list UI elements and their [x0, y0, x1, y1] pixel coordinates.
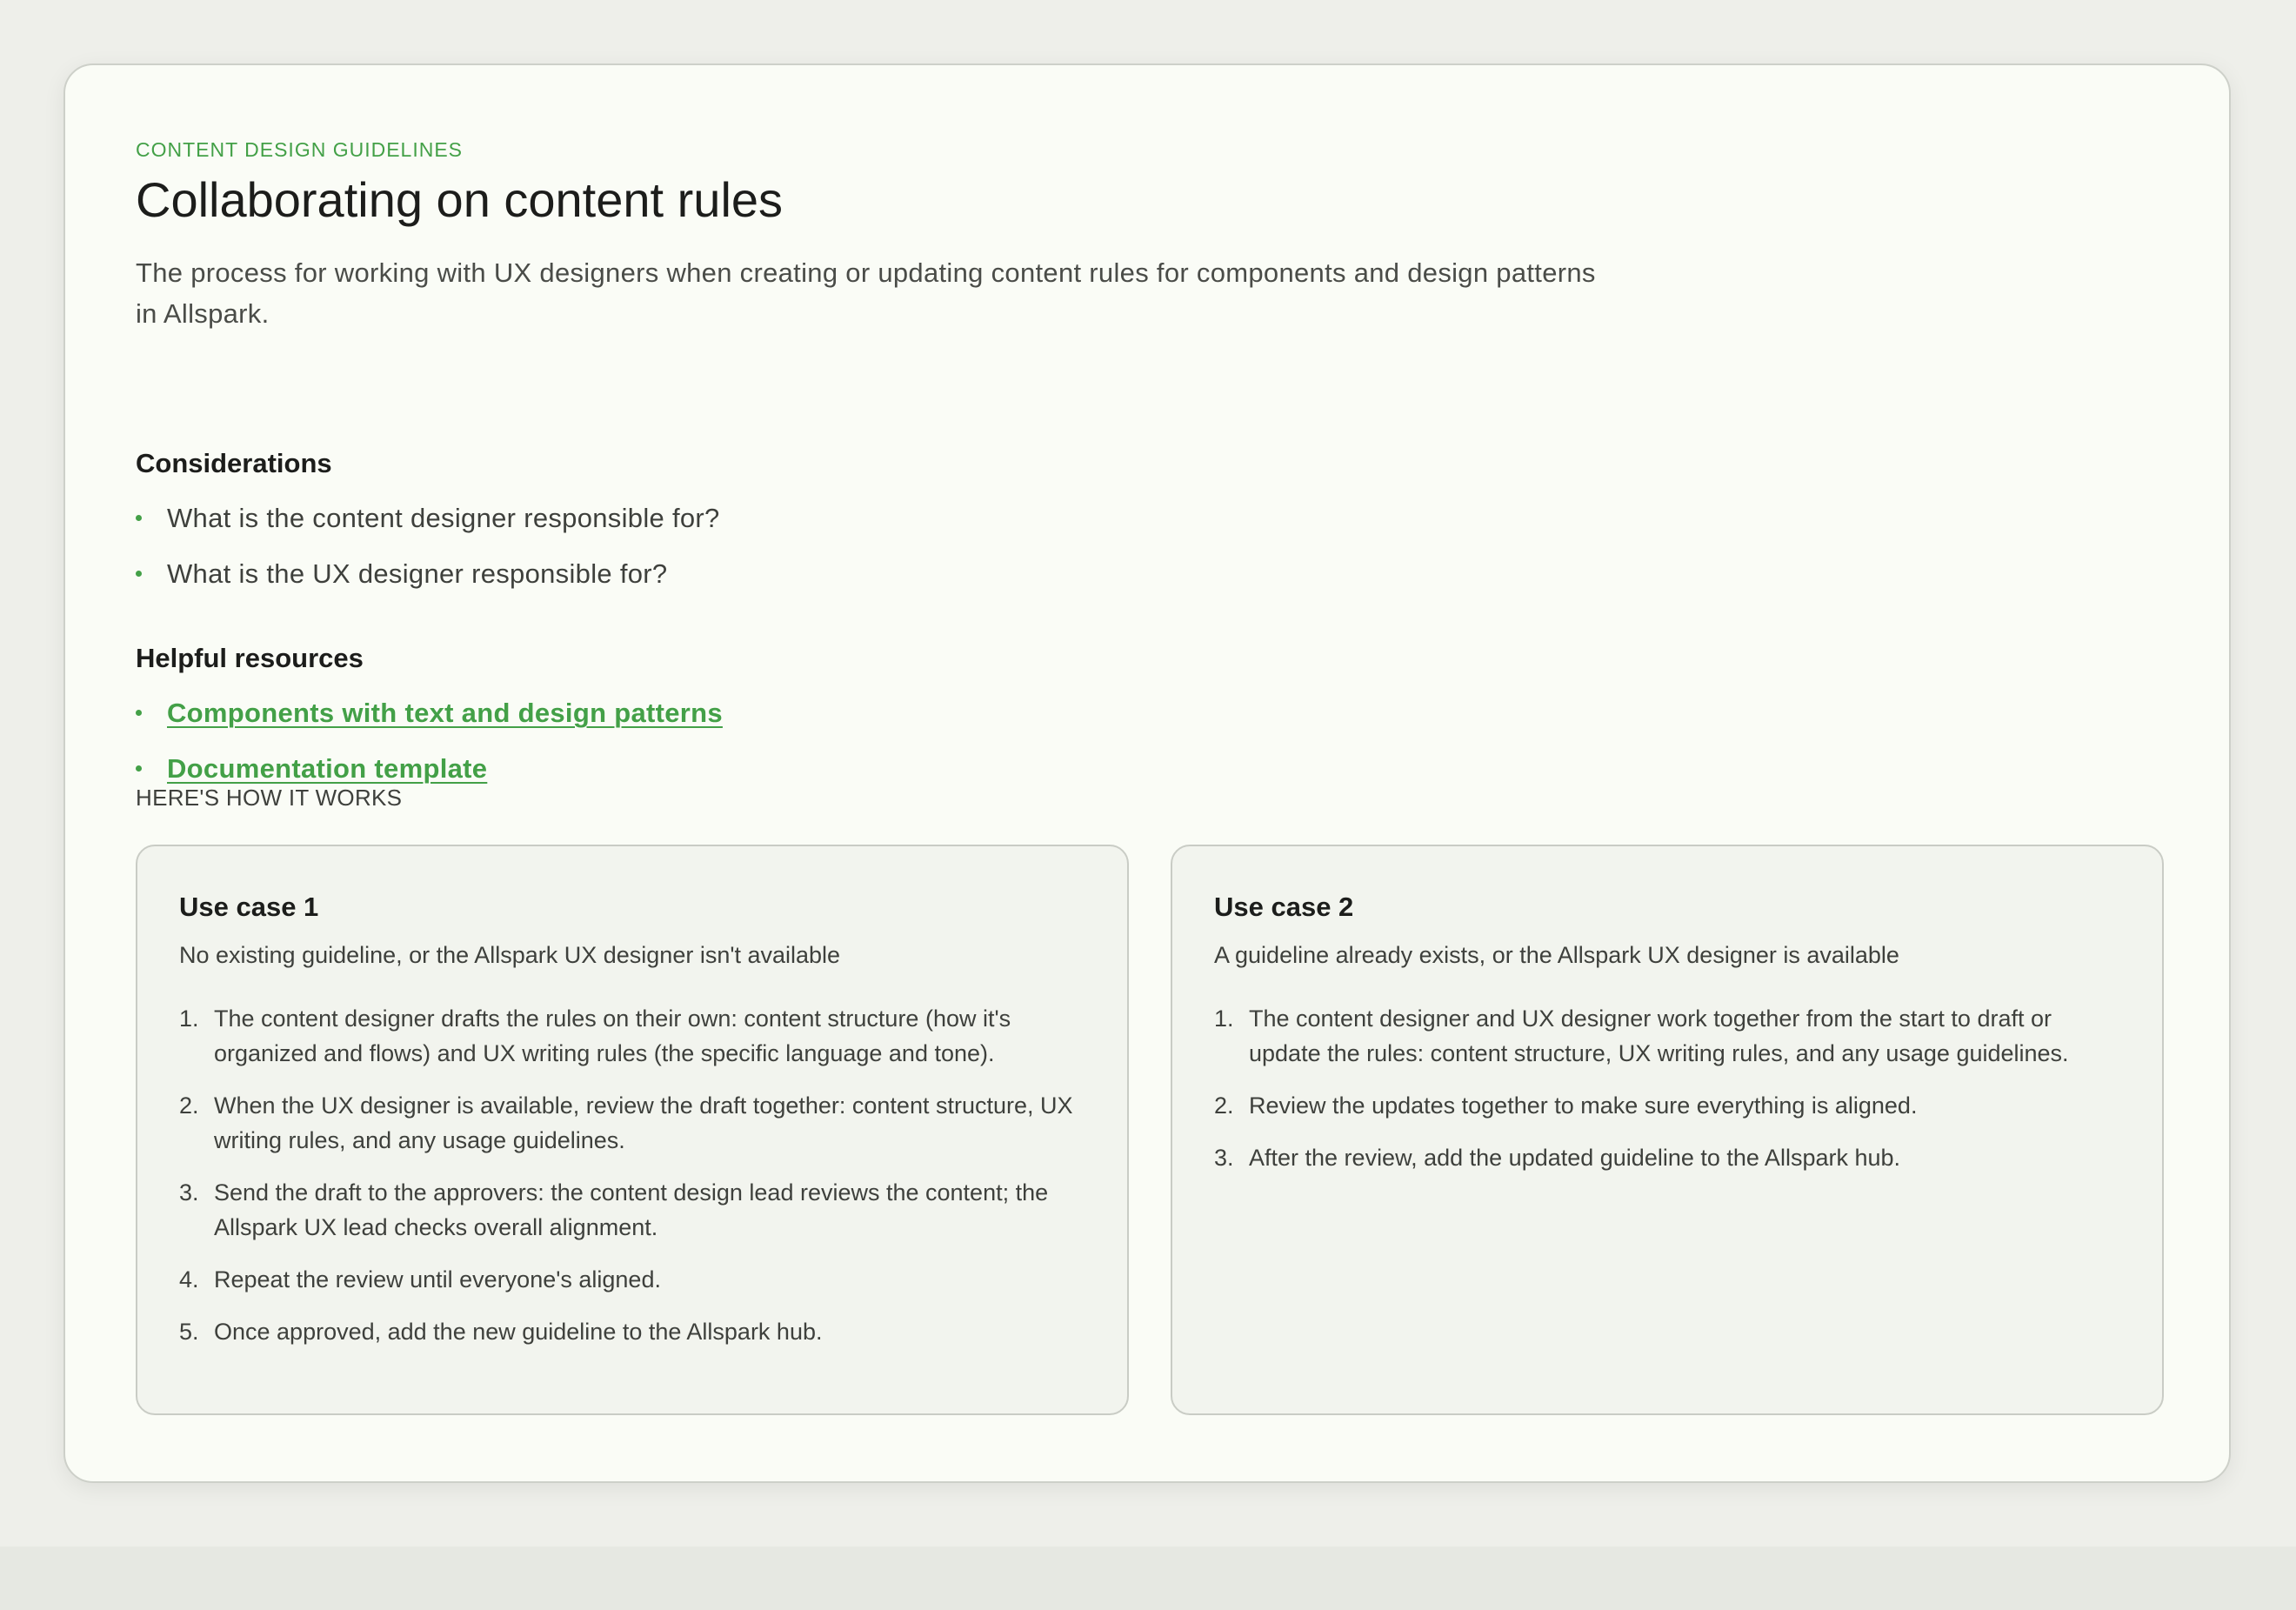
- list-item: 1. The content designer and UX designer w…: [1214, 1001, 2127, 1071]
- bullet-dot-icon: [136, 765, 142, 772]
- step-number: 3.: [179, 1179, 199, 1206]
- use-case-subtitle: No existing guideline, or the Allspark U…: [179, 942, 841, 968]
- list-item: 2. When the UX designer is available, rev…: [179, 1088, 1092, 1158]
- use-case-subtitle: A guideline already exists, or the Allsp…: [1214, 942, 1899, 968]
- step-text: Once approved, add the new guideline to …: [214, 1319, 823, 1345]
- step-number: 1.: [179, 1005, 199, 1032]
- step-number: 1.: [1214, 1005, 1234, 1032]
- list-item: 4. Repeat the review until everyone's ali…: [179, 1262, 1092, 1297]
- guideline-card: CONTENT DESIGN GUIDELINES Collaborating …: [63, 63, 2231, 1483]
- consideration-text: What is the UX designer responsible for?: [167, 558, 668, 589]
- page-footer-band: [0, 1547, 2296, 1610]
- bullet-dot-icon: [136, 515, 142, 521]
- use-case-1-panel: Use case 1 No existing guideline, or the…: [136, 845, 1129, 1415]
- list-item: 1. The content designer drafts the rules …: [179, 1001, 1092, 1071]
- step-text: Send the draft to the approvers: the con…: [214, 1179, 1049, 1240]
- page-title: Collaborating on content rules: [136, 172, 784, 227]
- eyebrow-label: CONTENT DESIGN GUIDELINES: [136, 138, 464, 161]
- step-number: 4.: [179, 1266, 199, 1293]
- list-item: What is the content designer responsible…: [136, 497, 720, 552]
- step-number: 5.: [179, 1319, 199, 1345]
- bullet-dot-icon: [136, 710, 142, 716]
- bullet-dot-icon: [136, 571, 142, 577]
- use-case-1-steps: 1. The content designer drafts the rules …: [179, 1001, 1092, 1366]
- step-text: The content designer and UX designer wor…: [1249, 1005, 2069, 1066]
- resources-heading: Helpful resources: [136, 643, 364, 673]
- list-item: 5. Once approved, add the new guideline t…: [179, 1314, 1092, 1349]
- considerations-heading: Considerations: [136, 448, 332, 478]
- use-case-title: Use case 2: [1214, 892, 1354, 922]
- considerations-list: What is the content designer responsible…: [136, 497, 720, 608]
- list-item: Components with text and design patterns: [136, 691, 723, 747]
- list-item: 3. After the review, add the updated guid…: [1214, 1140, 2127, 1175]
- how-it-works-label: HERE'S HOW IT WORKS: [136, 785, 403, 811]
- list-item: 3. Send the draft to the approvers: the c…: [179, 1175, 1092, 1245]
- use-case-2-panel: Use case 2 A guideline already exists, o…: [1171, 845, 2164, 1415]
- step-text: After the review, add the updated guidel…: [1249, 1145, 1901, 1171]
- use-case-title: Use case 1: [179, 892, 319, 922]
- documentation-template-link[interactable]: Documentation template: [167, 753, 487, 784]
- list-item: What is the UX designer responsible for?: [136, 552, 720, 608]
- step-text: Review the updates together to make sure…: [1249, 1092, 1918, 1119]
- components-link[interactable]: Components with text and design patterns: [167, 698, 723, 728]
- step-text: The content designer drafts the rules on…: [214, 1005, 1011, 1066]
- use-case-2-steps: 1. The content designer and UX designer w…: [1214, 1001, 2127, 1192]
- step-number: 3.: [1214, 1145, 1234, 1171]
- step-text: When the UX designer is available, revie…: [214, 1092, 1073, 1153]
- list-item: 2. Review the updates together to make su…: [1214, 1088, 2127, 1123]
- page-description: The process for working with UX designer…: [136, 257, 1596, 329]
- step-number: 2.: [1214, 1092, 1234, 1119]
- step-text: Repeat the review until everyone's align…: [214, 1266, 661, 1293]
- step-number: 2.: [179, 1092, 199, 1119]
- consideration-text: What is the content designer responsible…: [167, 503, 720, 533]
